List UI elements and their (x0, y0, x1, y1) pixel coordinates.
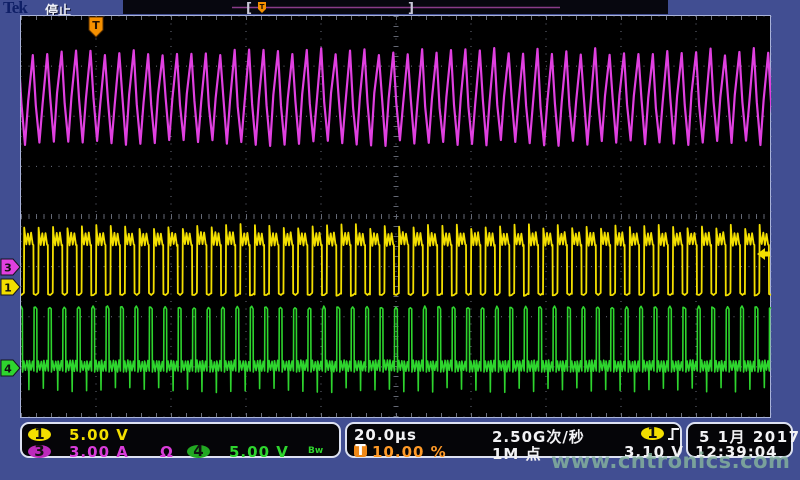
trigger-position-badge: T (354, 444, 367, 457)
svg-text:T: T (92, 19, 100, 32)
trigger-source-badge[interactable]: 1 (641, 427, 664, 440)
trigger-position-marker[interactable]: T (89, 17, 103, 37)
ch4-scale: 5.00 V (229, 443, 289, 461)
ch4-badge[interactable]: 4 (187, 445, 210, 458)
ch4-bandwidth-icon: Bw (308, 446, 323, 456)
ch3-coupling-ohm: Ω (160, 443, 174, 461)
record-length-readout: 1M 点 (492, 443, 542, 464)
svg-text:3: 3 (4, 262, 12, 275)
svg-text:1: 1 (4, 282, 12, 295)
svg-text:]: ] (408, 1, 414, 16)
ch1-ground-marker[interactable]: 1 (1, 279, 20, 295)
ch1-badge[interactable]: 1 (28, 428, 51, 441)
acq-preview-contents: [] T (232, 1, 560, 16)
acq-trigger-position-icon: T (258, 2, 266, 13)
svg-text:T: T (260, 3, 265, 11)
ch1-scale: 5.00 V (69, 426, 129, 444)
vertical-readout-panel[interactable]: 1 5.00 V 3 3.00 A Ω 4 5.00 V Bw (20, 422, 341, 458)
watermark: www.cntronics.com (551, 449, 790, 473)
ch4-ground-marker[interactable]: 4 (1, 360, 20, 376)
ch3-badge[interactable]: 3 (28, 445, 51, 458)
ch4-waveform (9, 306, 788, 392)
ch3-ground-marker[interactable]: 3 (1, 259, 20, 275)
oscilloscope-screen: Tek 停止 T314[]T 1 5.00 V 3 3.00 A Ω 4 5.0… (0, 0, 800, 480)
trigger-slope-rising-icon (667, 427, 680, 441)
svg-text:4: 4 (4, 363, 12, 376)
ch3-scale: 3.00 A (69, 443, 129, 461)
ch1-waveform (9, 224, 787, 296)
scope-display: T 3 1 4 [] T (0, 0, 800, 480)
ch3-waveform (11, 48, 786, 146)
graticule-grid (21, 16, 771, 417)
svg-text:[: [ (246, 1, 252, 16)
trigger-position-readout: 10.00 % (372, 443, 447, 461)
